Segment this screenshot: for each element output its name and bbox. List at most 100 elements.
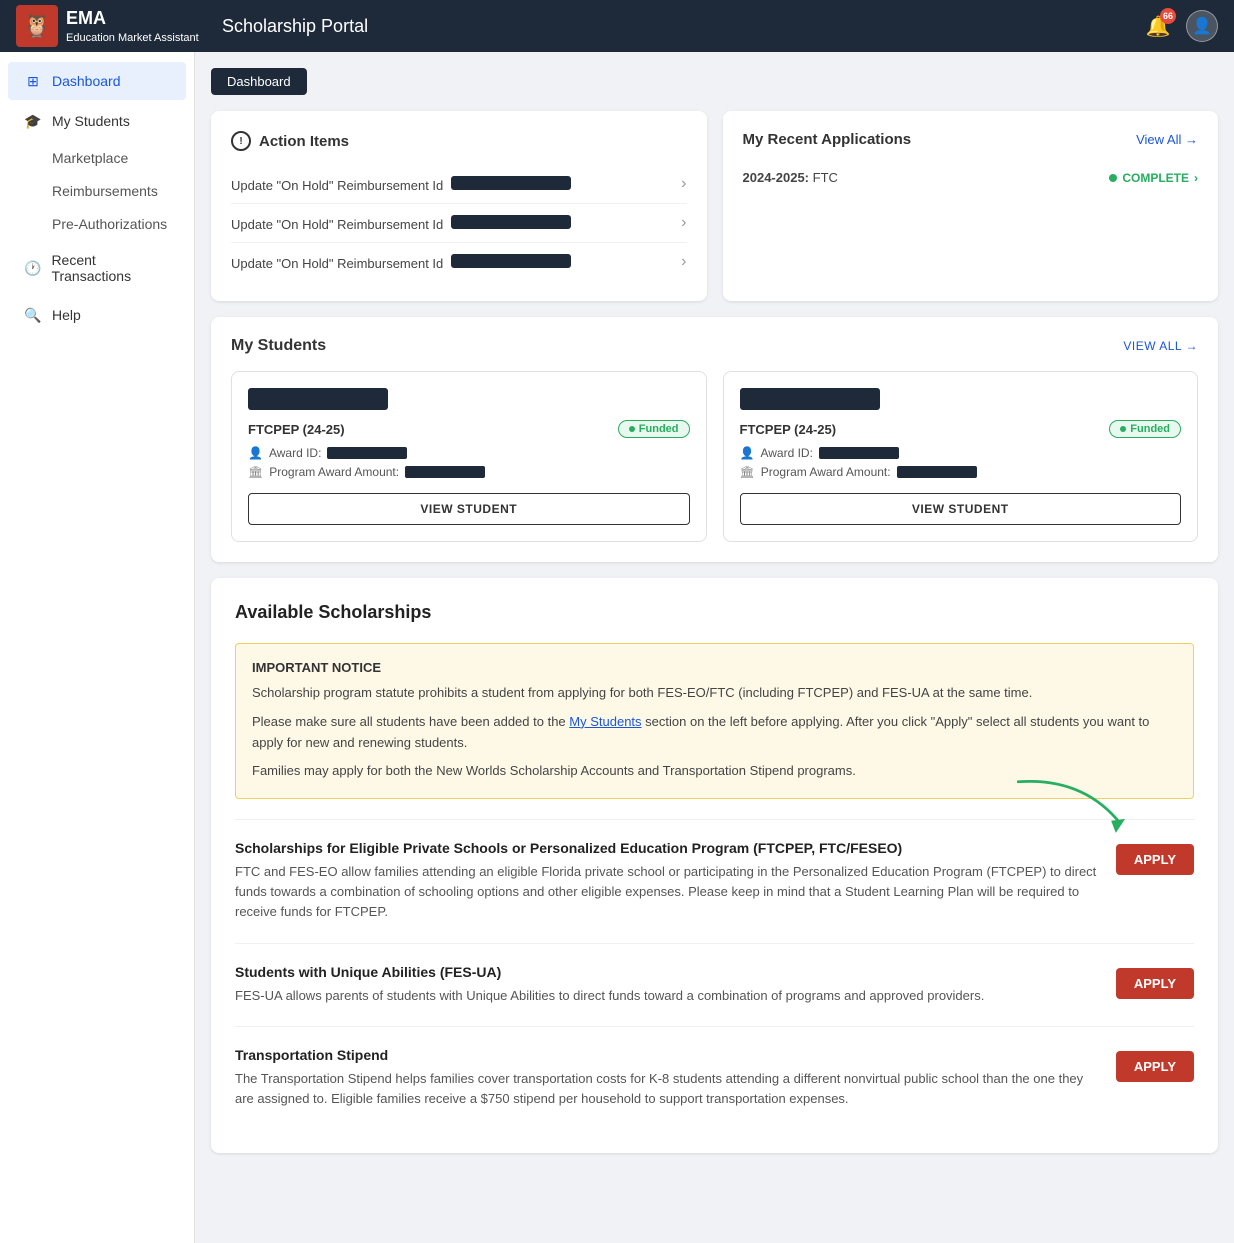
sidebar-label-help: Help — [52, 307, 81, 323]
top-navigation: 🦉 EMA Education Market Assistant Scholar… — [0, 0, 1234, 52]
student-1-program: FTCPEP (24-25) Funded — [248, 420, 690, 438]
scholarship-item-1: Scholarships for Eligible Private School… — [235, 819, 1194, 942]
students-grid: FTCPEP (24-25) Funded 👤 Award ID: 🏛 Pr — [231, 371, 1198, 542]
action-item-2[interactable]: Update "On Hold" Reimbursement Id › — [231, 204, 687, 243]
scholarship-2-name: Students with Unique Abilities (FES-UA) — [235, 964, 1100, 980]
redacted-3 — [451, 254, 571, 268]
funded-dot-1 — [629, 426, 635, 432]
apply-button-2[interactable]: APPLY — [1116, 968, 1194, 999]
action-item-1[interactable]: Update "On Hold" Reimbursement Id › — [231, 165, 687, 204]
status-badge-complete: COMPLETE › — [1109, 171, 1198, 185]
user-avatar-button[interactable]: 👤 — [1186, 10, 1218, 42]
cards-row: ! Action Items Update "On Hold" Reimburs… — [211, 111, 1218, 301]
redacted-1 — [451, 176, 571, 190]
notification-badge: 66 — [1160, 8, 1176, 24]
sidebar: ⊞ Dashboard 🎓 My Students Marketplace Re… — [0, 52, 195, 1243]
notification-button[interactable]: 🔔 66 — [1142, 10, 1174, 42]
sidebar-item-dashboard[interactable]: ⊞ Dashboard — [8, 62, 186, 100]
recent-apps-header: My Recent Applications View All → — [743, 131, 1199, 148]
student-1-program-amount: 🏛 Program Award Amount: — [248, 465, 690, 479]
scholarship-2-info: Students with Unique Abilities (FES-UA) … — [235, 964, 1100, 1006]
award-id-redacted-2 — [819, 447, 899, 459]
scholarship-1-desc: FTC and FES-EO allow families attending … — [235, 862, 1100, 922]
action-items-icon: ! — [231, 131, 251, 151]
student-2-program-name: FTCPEP (24-25) — [740, 422, 837, 437]
chevron-right-app: › — [1194, 171, 1198, 185]
app-item-1[interactable]: 2024-2025: FTC COMPLETE › — [743, 162, 1199, 193]
sidebar-item-reimbursements[interactable]: Reimbursements — [8, 175, 186, 207]
action-item-3[interactable]: Update "On Hold" Reimbursement Id › — [231, 243, 687, 281]
action-items-title: ! Action Items — [231, 131, 687, 151]
notice-text-1: Scholarship program statute prohibits a … — [252, 683, 1177, 704]
chevron-right-icon: › — [681, 175, 686, 193]
action-item-2-text: Update "On Hold" Reimbursement Id — [231, 215, 571, 232]
view-all-students-link[interactable]: VIEW ALL → — [1123, 339, 1198, 353]
program-amount-redacted-2 — [897, 466, 977, 478]
view-student-button-2[interactable]: VIEW STUDENT — [740, 493, 1182, 525]
student-1-program-name: FTCPEP (24-25) — [248, 422, 345, 437]
main-content: Dashboard ! Action Items Update "On Hold… — [195, 52, 1234, 1243]
chevron-right-icon-2: › — [681, 214, 686, 232]
student-2-program-amount: 🏛 Program Award Amount: — [740, 465, 1182, 479]
program-amount-redacted-1 — [405, 466, 485, 478]
sidebar-label-pre-authorizations: Pre-Authorizations — [52, 216, 167, 232]
sidebar-item-my-students[interactable]: 🎓 My Students — [8, 102, 186, 140]
help-icon: 🔍 — [24, 306, 42, 324]
scholarship-item-3: Transportation Stipend The Transportatio… — [235, 1026, 1194, 1129]
funded-dot-2 — [1120, 426, 1126, 432]
my-students-link[interactable]: My Students — [569, 714, 641, 729]
notice-title: IMPORTANT NOTICE — [252, 660, 1177, 675]
page-header: Dashboard — [211, 68, 1218, 95]
apply-button-1[interactable]: APPLY — [1116, 844, 1194, 875]
scholarship-1-name: Scholarships for Eligible Private School… — [235, 840, 1100, 856]
students-section-header: My Students VIEW ALL → — [231, 337, 1198, 355]
action-items-card: ! Action Items Update "On Hold" Reimburs… — [211, 111, 707, 301]
sidebar-label-my-students: My Students — [52, 113, 130, 129]
person-icon-2: 👤 — [740, 446, 755, 460]
sidebar-label-recent-transactions: Recent Transactions — [51, 252, 170, 284]
person-icon-1: 👤 — [248, 446, 263, 460]
notice-text-3: Families may apply for both the New Worl… — [252, 761, 1177, 782]
sidebar-item-marketplace[interactable]: Marketplace — [8, 142, 186, 174]
award-id-redacted-1 — [327, 447, 407, 459]
redacted-2 — [451, 215, 571, 229]
app-item-year: 2024-2025: FTC — [743, 170, 838, 185]
sidebar-label-marketplace: Marketplace — [52, 150, 128, 166]
students-icon: 🎓 — [24, 112, 42, 130]
owl-icon: 🦉 — [23, 13, 50, 39]
view-student-button-1[interactable]: VIEW STUDENT — [248, 493, 690, 525]
view-all-applications-link[interactable]: View All → — [1136, 132, 1198, 147]
sidebar-item-recent-transactions[interactable]: 🕐 Recent Transactions — [8, 242, 186, 294]
app-layout: ⊞ Dashboard 🎓 My Students Marketplace Re… — [0, 52, 1234, 1243]
students-section-title: My Students — [231, 337, 326, 355]
student-2-program: FTCPEP (24-25) Funded — [740, 420, 1182, 438]
sidebar-item-help[interactable]: 🔍 Help — [8, 296, 186, 334]
action-item-1-text: Update "On Hold" Reimbursement Id — [231, 176, 571, 193]
student-1-award-id: 👤 Award ID: — [248, 446, 690, 460]
award-icon-2: 🏛 — [740, 465, 755, 479]
chevron-right-icon-3: › — [681, 253, 686, 271]
scholarship-3-name: Transportation Stipend — [235, 1047, 1100, 1063]
student-card-1: FTCPEP (24-25) Funded 👤 Award ID: 🏛 Pr — [231, 371, 707, 542]
ema-logo: 🦉 — [16, 5, 58, 47]
page-title: Scholarship Portal — [206, 16, 1142, 37]
recent-transactions-icon: 🕐 — [24, 259, 41, 277]
award-icon-1: 🏛 — [248, 465, 263, 479]
sidebar-label-reimbursements: Reimbursements — [52, 183, 158, 199]
logo-text: EMA Education Market Assistant — [66, 7, 199, 45]
recent-apps-title: My Recent Applications — [743, 131, 912, 148]
sidebar-label-dashboard: Dashboard — [52, 73, 121, 89]
student-2-name-redacted — [740, 388, 880, 410]
sidebar-item-pre-authorizations[interactable]: Pre-Authorizations — [8, 208, 186, 240]
my-students-section: My Students VIEW ALL → FTCPEP (24-25) Fu… — [211, 317, 1218, 562]
apply-button-3[interactable]: APPLY — [1116, 1051, 1194, 1082]
action-item-3-text: Update "On Hold" Reimbursement Id — [231, 254, 571, 271]
available-scholarships-section: Available Scholarships IMPORTANT NOTICE … — [211, 578, 1218, 1153]
scholarship-item-2: Students with Unique Abilities (FES-UA) … — [235, 943, 1194, 1026]
scholarships-title: Available Scholarships — [235, 602, 1194, 623]
student-2-award-id: 👤 Award ID: — [740, 446, 1182, 460]
student-2-funded-badge: Funded — [1109, 420, 1181, 438]
dashboard-icon: ⊞ — [24, 72, 42, 90]
student-card-2: FTCPEP (24-25) Funded 👤 Award ID: 🏛 Pr — [723, 371, 1199, 542]
scholarship-2-desc: FES-UA allows parents of students with U… — [235, 986, 1100, 1006]
